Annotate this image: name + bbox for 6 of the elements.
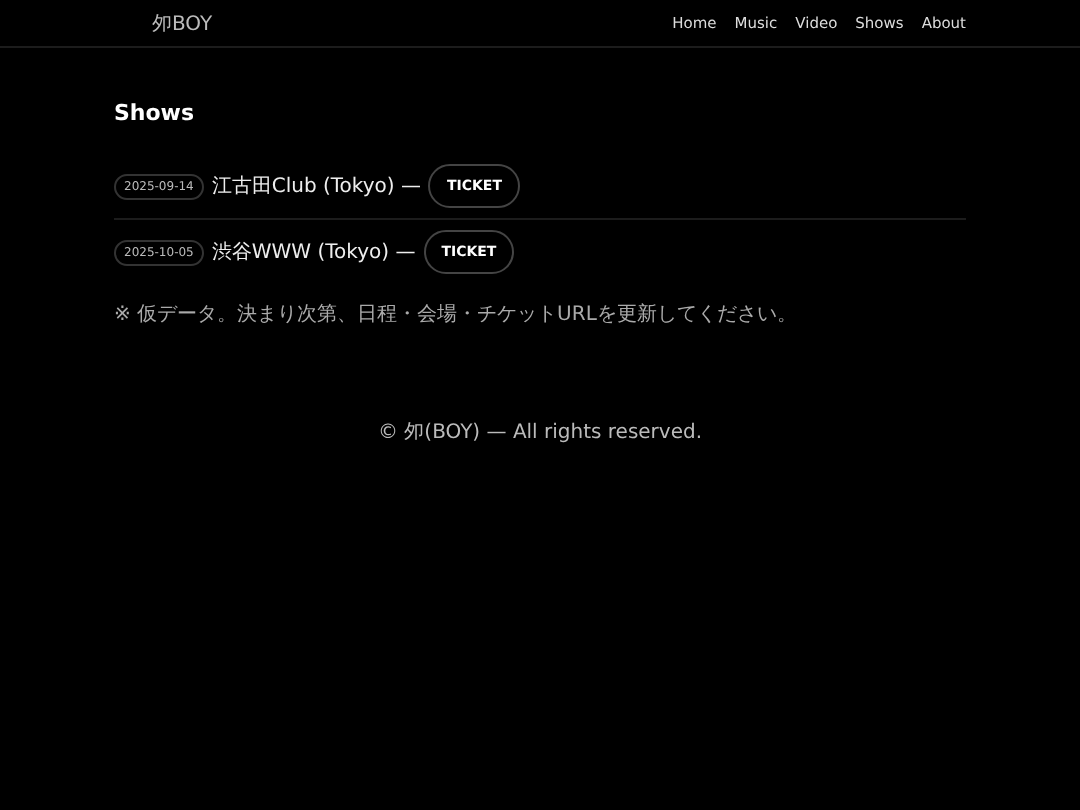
venue-text: 江古田Club (Tokyo) — bbox=[211, 173, 421, 200]
site-logo[interactable]: 夘BOY bbox=[152, 9, 213, 37]
page-title: Shows bbox=[114, 100, 197, 126]
note-text: ※ 仮データ。決まり次第、日程・会場・チケットURLを更新してください。 bbox=[114, 301, 799, 328]
venue-text: 渋谷WWW (Tokyo) — bbox=[211, 239, 416, 266]
copyright-text: © 夘(BOY) — All rights reserved. bbox=[377, 422, 703, 444]
